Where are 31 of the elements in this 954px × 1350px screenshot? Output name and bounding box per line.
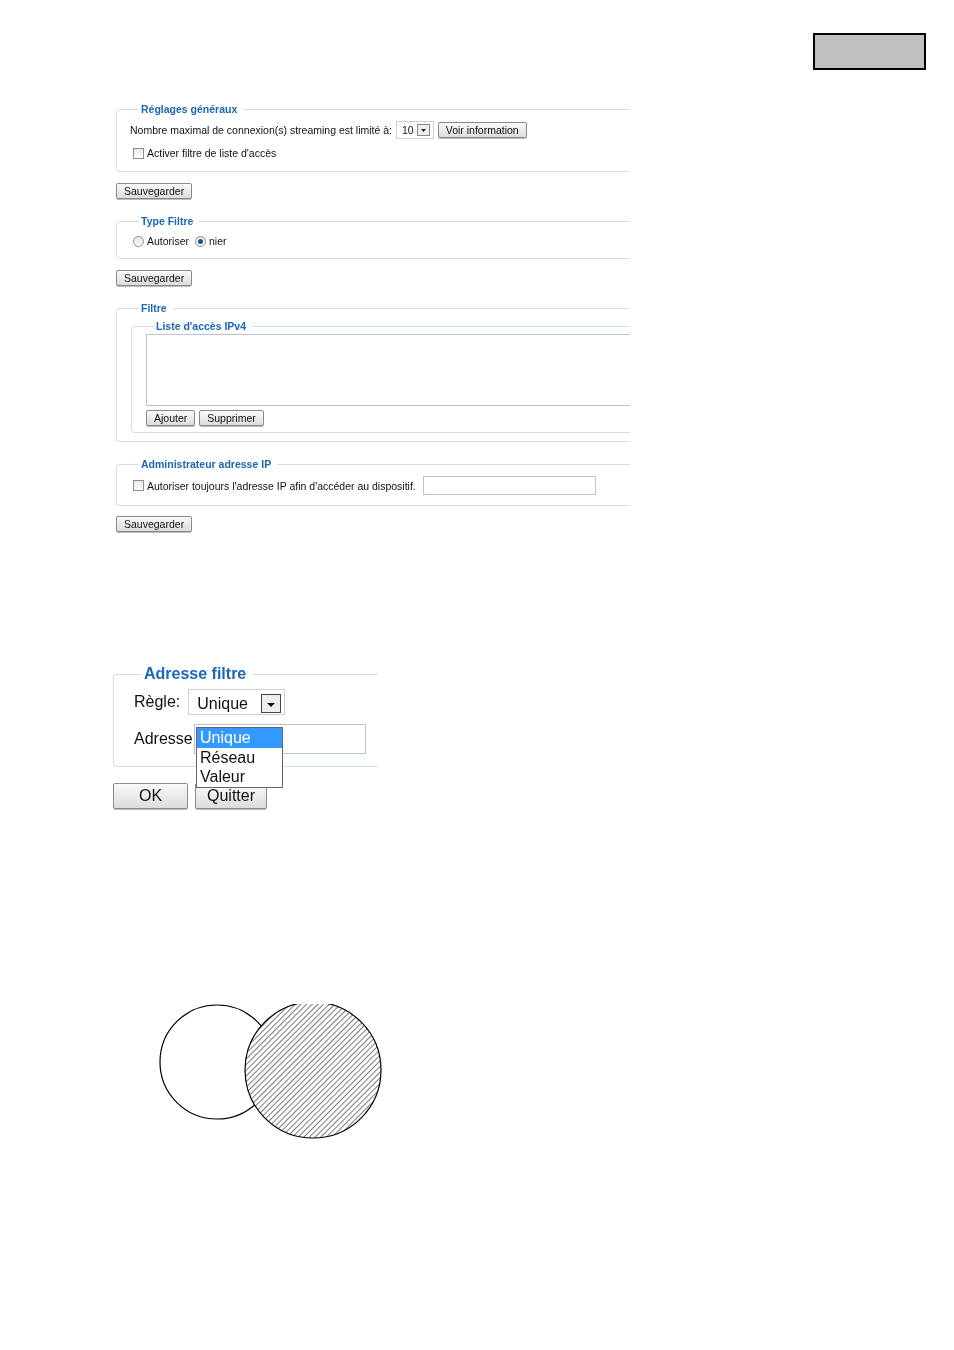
- option-label: Autoriser: [147, 235, 189, 247]
- field-label: Adresse: [134, 730, 193, 748]
- field-label: Nombre maximal de connexion(s) streaming est limité à:: [130, 124, 392, 136]
- rule-dropdown[interactable]: Unique: [188, 689, 286, 715]
- ip-address-field[interactable]: [422, 476, 596, 495]
- radio-button[interactable]: [195, 235, 206, 247]
- checkbox[interactable]: [133, 480, 144, 491]
- list-box[interactable]: [146, 334, 630, 406]
- dropdown-value: Unique: [197, 694, 248, 713]
- section-title: Réglages généraux: [140, 103, 239, 115]
- dropdown-option[interactable]: Réseau: [197, 747, 282, 767]
- ok-button[interactable]: OK: [113, 783, 188, 809]
- radio-button[interactable]: [133, 235, 144, 247]
- section-title: Administrateur adresse IP: [140, 458, 273, 470]
- option-label: Activer filtre de liste d'accès: [147, 147, 277, 159]
- section-title: Liste d'accès IPv4: [155, 320, 248, 332]
- field-label: Règle:: [134, 693, 181, 711]
- save-button[interactable]: Sauvegarder: [116, 270, 193, 286]
- section-title: Filtre: [140, 302, 168, 314]
- save-button[interactable]: Sauvegarder: [116, 183, 193, 199]
- add-button[interactable]: Ajouter: [146, 410, 196, 426]
- section-title: Adresse filtre: [143, 665, 248, 683]
- info-button[interactable]: Voir information: [437, 122, 527, 138]
- checkbox[interactable]: [133, 147, 144, 159]
- option-label: Autoriser toujours l'adresse IP afin d'accéder au dispositif.: [147, 479, 416, 492]
- dropdown-value: 10: [402, 124, 414, 136]
- option-label: nier: [209, 235, 227, 247]
- save-button[interactable]: Sauvegarder: [116, 516, 193, 532]
- delete-button[interactable]: Supprimer: [199, 410, 264, 426]
- section-title: Type Filtre: [140, 215, 195, 227]
- connections-dropdown[interactable]: 10: [396, 121, 434, 139]
